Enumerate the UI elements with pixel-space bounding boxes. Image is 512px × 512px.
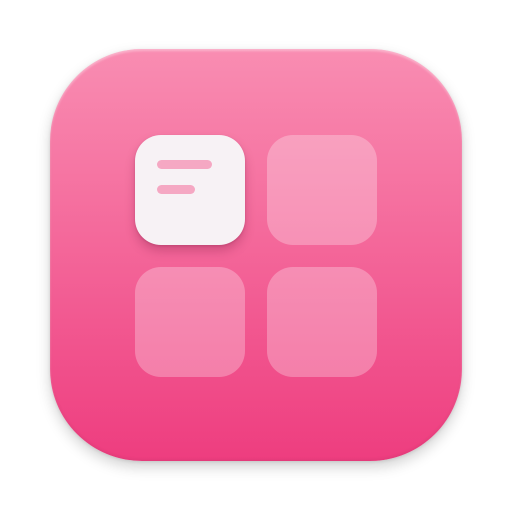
app-icon[interactable] xyxy=(50,49,462,461)
text-line-short xyxy=(157,185,195,194)
inactive-tile-bottom-right xyxy=(267,267,377,377)
canvas xyxy=(0,0,512,512)
inactive-tile-top-right xyxy=(267,135,377,245)
text-line-long xyxy=(157,160,212,169)
icon-rim-highlight xyxy=(50,49,462,461)
inactive-tile-bottom-left xyxy=(135,267,245,377)
active-tile-top-left xyxy=(135,135,245,245)
